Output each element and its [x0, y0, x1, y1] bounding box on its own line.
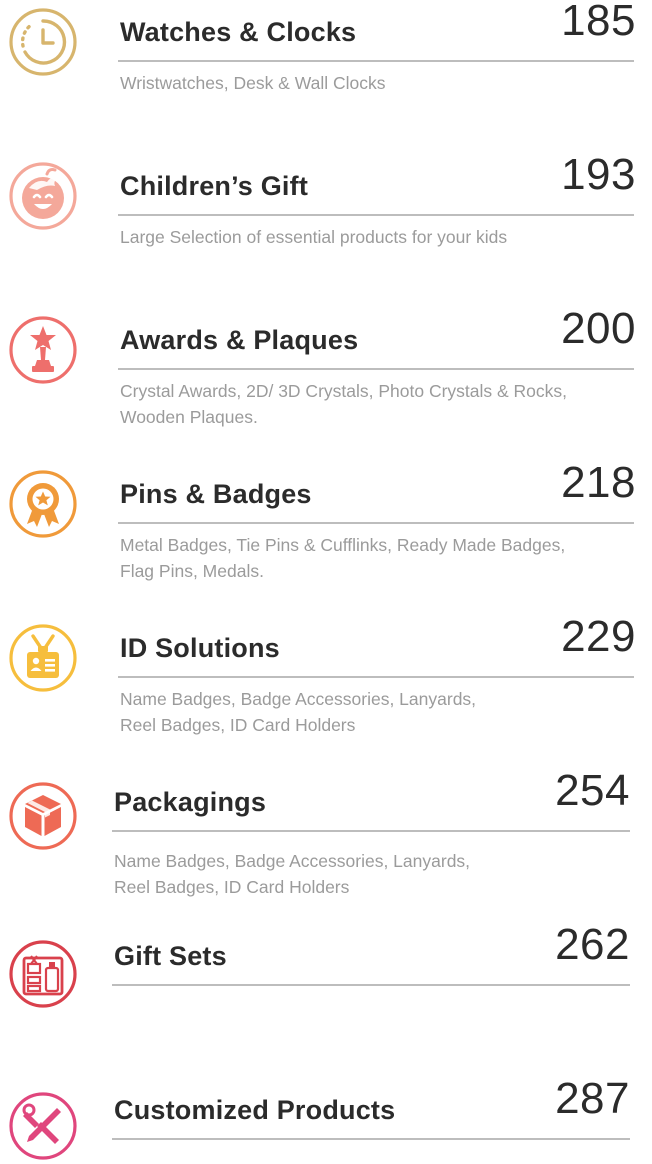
entry-page-number: 200: [561, 304, 636, 353]
entry-description-line: Reel Badges, ID Card Holders: [114, 877, 350, 897]
divider: [112, 984, 630, 986]
rosette-badge-icon: [7, 468, 79, 540]
entry-description-line: Reel Badges, ID Card Holders: [120, 715, 356, 735]
entry-page-number: 185: [561, 0, 636, 45]
entry-description: Large Selection of essential products fo…: [120, 224, 507, 250]
entry-title: Packagings: [114, 787, 267, 817]
divider: [112, 830, 630, 832]
entry-description: Metal Badges, Tie Pins & Cufflinks, Read…: [120, 532, 565, 584]
child-face-icon: [7, 160, 79, 232]
entry-page-number: 193: [561, 150, 636, 199]
entry-title: Awards & Plaques: [120, 325, 359, 355]
entry-page-number: 287: [555, 1074, 630, 1123]
entry-description: Wristwatches, Desk & Wall Clocks: [120, 70, 385, 96]
entry-title: Watches & Clocks: [120, 17, 357, 47]
id-card-icon: [7, 622, 79, 694]
entry-description-line: Wooden Plaques.: [120, 407, 258, 427]
entry-title: Pins & Badges: [120, 479, 312, 509]
entry-title: Gift Sets: [114, 941, 227, 971]
entry-title: ID Solutions: [120, 633, 280, 663]
entry-page-number: 218: [561, 458, 636, 507]
entry-description: Name Badges, Badge Accessories, Lanyards…: [114, 848, 470, 900]
divider: [118, 676, 634, 678]
divider: [112, 1138, 630, 1140]
box-icon: [7, 780, 79, 852]
entry-description-line: Name Badges, Badge Accessories, Lanyards…: [114, 851, 471, 871]
divider: [118, 60, 634, 62]
entry-description-line: Crystal Awards, 2D/ 3D Crystals, Photo C…: [120, 381, 568, 401]
trophy-icon: [7, 314, 79, 386]
entry-description-line: Large Selection of essential products fo…: [120, 227, 508, 247]
entry-description-line: Wristwatches, Desk & Wall Clocks: [120, 73, 386, 93]
entry-page-number: 262: [555, 920, 630, 969]
entry-description: Crystal Awards, 2D/ 3D Crystals, Photo C…: [120, 378, 567, 430]
entry-description-line: Flag Pins, Medals.: [120, 561, 264, 581]
tools-icon: [7, 1090, 79, 1162]
divider: [118, 368, 634, 370]
divider: [118, 522, 634, 524]
entry-description-line: Name Badges, Badge Accessories, Lanyards…: [120, 689, 477, 709]
divider: [118, 214, 634, 216]
clock-icon: [7, 6, 79, 78]
entry-page-number: 229: [561, 612, 636, 661]
entry-description-line: Metal Badges, Tie Pins & Cufflinks, Read…: [120, 535, 566, 555]
entry-title: Children’s Gift: [120, 171, 309, 201]
entry-title: Customized Products: [114, 1095, 396, 1125]
gift-set-icon: [7, 938, 79, 1010]
entry-description: Name Badges, Badge Accessories, Lanyards…: [120, 686, 476, 738]
entry-page-number: 254: [555, 766, 630, 815]
